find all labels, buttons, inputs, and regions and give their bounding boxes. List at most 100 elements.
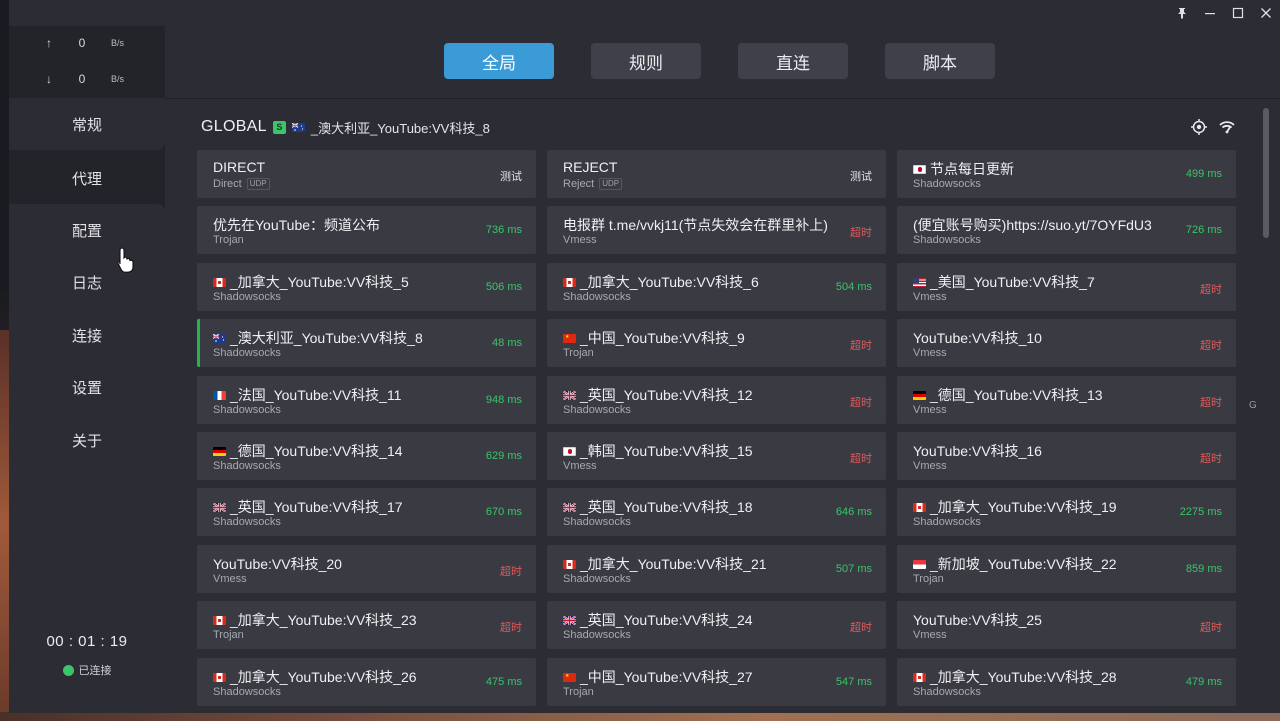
sidebar-item-proxies[interactable]: 代理	[9, 152, 165, 204]
proxy-name: _澳大利亚_YouTube:VV科技_8	[230, 330, 423, 346]
proxy-card[interactable]: _加拿大_YouTube:VV科技_23 Trojan 超时	[197, 601, 536, 649]
proxy-type: Trojan	[213, 234, 244, 246]
proxy-card[interactable]: _新加坡_YouTube:VV科技_22 Trojan 859 ms	[897, 545, 1236, 593]
proxy-name: _德国_YouTube:VV科技_14	[230, 443, 403, 459]
proxy-card[interactable]: _德国_YouTube:VV科技_13 Vmess 超时	[897, 376, 1236, 424]
sidebar-item-profiles[interactable]: 配置	[9, 204, 165, 256]
proxy-type: Vmess	[563, 460, 597, 472]
proxy-card[interactable]: YouTube:VV科技_20 Vmess 超时	[197, 545, 536, 593]
uptime-timer: 00 : 01 : 19	[46, 633, 128, 650]
proxy-name-row: _加拿大_YouTube:VV科技_28	[913, 667, 1117, 687]
proxy-card[interactable]: _加拿大_YouTube:VV科技_19 Shadowsocks 2275 ms	[897, 488, 1236, 536]
scrollbar-thumb[interactable]	[1263, 108, 1269, 238]
proxy-card[interactable]: DIRECT Direct UDP 测试	[197, 150, 536, 198]
kr-flag-icon	[563, 446, 576, 456]
proxy-name: _英国_YouTube:VV科技_18	[580, 499, 753, 515]
jp-flag-icon	[913, 164, 926, 174]
proxy-card[interactable]: _加拿大_YouTube:VV科技_26 Shadowsocks 475 ms	[197, 658, 536, 706]
au-flag-icon	[291, 122, 305, 132]
proxy-delay: 超时	[850, 227, 872, 239]
proxy-card[interactable]: 节点每日更新 Shadowsocks 499 ms	[897, 150, 1236, 198]
cn-flag-icon: ★	[563, 333, 576, 343]
ca-flag-icon	[213, 672, 226, 682]
proxy-card[interactable]: _韩国_YouTube:VV科技_15 Vmess 超时	[547, 432, 886, 480]
sidebar-item-connections[interactable]: 连接	[9, 309, 165, 361]
proxy-card[interactable]: ★ _中国_YouTube:VV科技_27 Trojan 547 ms	[547, 658, 886, 706]
proxy-delay: 超时	[850, 622, 872, 634]
mouse-cursor-icon	[116, 246, 136, 274]
proxy-name: 电报群 t.me/vvkj11(节点失效会在群里补上)	[563, 217, 828, 233]
mode-bar: 全局 规则 直连 脚本	[165, 26, 1280, 98]
proxy-type: Shadowsocks	[913, 178, 981, 190]
proxy-card[interactable]: 优先在YouTube：频道公布 Trojan 736 ms	[197, 206, 536, 254]
proxy-card[interactable]: _英国_YouTube:VV科技_18 Shadowsocks 646 ms	[547, 488, 886, 536]
proxy-type-row: Vmess	[913, 460, 947, 472]
proxy-type-row: Trojan	[213, 629, 244, 641]
sidebar-item-general[interactable]: 常规	[9, 98, 165, 150]
proxy-card[interactable]: ★ _中国_YouTube:VV科技_9 Trojan 超时	[547, 319, 886, 367]
proxy-type-row: Shadowsocks	[913, 686, 981, 698]
ca-flag-icon	[563, 559, 576, 569]
group-type-badge: S	[272, 120, 286, 134]
sidebar-item-logs[interactable]: 日志	[9, 256, 165, 308]
proxy-card[interactable]: _加拿大_YouTube:VV科技_28 Shadowsocks 479 ms	[897, 658, 1236, 706]
download-value: 0	[78, 72, 86, 86]
proxy-delay: 超时	[850, 397, 872, 409]
proxy-delay: 超时	[1200, 284, 1222, 296]
sidebar-item-about[interactable]: 关于	[9, 414, 165, 466]
proxy-card[interactable]: _加拿大_YouTube:VV科技_5 Shadowsocks 506 ms	[197, 263, 536, 311]
proxy-card[interactable]: 电报群 t.me/vvkj11(节点失效会在群里补上) Vmess 超时	[547, 206, 886, 254]
maximize-icon[interactable]	[1224, 0, 1252, 26]
proxy-type-row: Shadowsocks	[563, 629, 631, 641]
proxy-card[interactable]: _加拿大_YouTube:VV科技_6 Shadowsocks 504 ms	[547, 263, 886, 311]
proxy-delay: 948 ms	[485, 394, 522, 406]
proxy-type-row: Shadowsocks	[213, 291, 281, 303]
udp-badge: UDP	[599, 178, 623, 190]
sidebar: ↑ 0 B/s ↓ 0 B/s 常规 代理 配置 日志 连接 设置 关于 00 …	[9, 26, 165, 713]
proxy-card[interactable]: _加拿大_YouTube:VV科技_21 Shadowsocks 507 ms	[547, 545, 886, 593]
proxy-name-row: (便宜账号购买)https://suo.yt/7OYFdU3	[913, 215, 1152, 235]
speed-test-icon[interactable]	[1218, 118, 1236, 136]
pin-icon[interactable]	[1168, 0, 1196, 26]
locate-icon[interactable]	[1190, 118, 1208, 136]
minimize-icon[interactable]	[1196, 0, 1224, 26]
proxy-type-row: Shadowsocks	[563, 516, 631, 528]
proxy-name-row: YouTube:VV科技_16	[913, 441, 1042, 461]
sidebar-item-settings[interactable]: 设置	[9, 361, 165, 413]
proxy-card[interactable]: YouTube:VV科技_16 Vmess 超时	[897, 432, 1236, 480]
proxy-card[interactable]: _英国_YouTube:VV科技_17 Shadowsocks 670 ms	[197, 488, 536, 536]
mode-button-script[interactable]: 脚本	[885, 43, 995, 79]
group-index-letter[interactable]: G	[1249, 400, 1257, 411]
proxy-name: (便宜账号购买)https://suo.yt/7OYFdU3	[913, 217, 1152, 233]
cn-flag-icon: ★	[563, 672, 576, 682]
proxy-delay: 超时	[850, 340, 872, 352]
proxy-card[interactable]: (便宜账号购买)https://suo.yt/7OYFdU3 Shadowsock…	[897, 206, 1236, 254]
close-icon[interactable]	[1252, 0, 1280, 26]
proxy-card[interactable]: _德国_YouTube:VV科技_14 Shadowsocks 629 ms	[197, 432, 536, 480]
proxy-name-row: 节点每日更新	[913, 159, 1014, 179]
proxy-delay: 726 ms	[1185, 224, 1222, 236]
proxy-card[interactable]: YouTube:VV科技_25 Vmess 超时	[897, 601, 1236, 649]
proxy-card[interactable]: YouTube:VV科技_10 Vmess 超时	[897, 319, 1236, 367]
proxy-card[interactable]: _英国_YouTube:VV科技_12 Shadowsocks 超时	[547, 376, 886, 424]
proxy-type-row: Vmess	[913, 291, 947, 303]
mode-button-rule[interactable]: 规则	[591, 43, 701, 79]
proxy-name-row: _加拿大_YouTube:VV科技_26	[213, 667, 417, 687]
proxy-card[interactable]: _英国_YouTube:VV科技_24 Shadowsocks 超时	[547, 601, 886, 649]
mode-button-direct[interactable]: 直连	[738, 43, 848, 79]
test-delay-button[interactable]: 测试	[500, 168, 522, 184]
app-window: ↑ 0 B/s ↓ 0 B/s 常规 代理 配置 日志 连接 设置 关于 00 …	[9, 0, 1280, 713]
proxy-name: _英国_YouTube:VV科技_12	[580, 387, 753, 403]
us-flag-icon	[913, 277, 926, 287]
mode-button-global[interactable]: 全局	[444, 43, 554, 79]
proxy-card[interactable]: _澳大利亚_YouTube:VV科技_8 Shadowsocks 48 ms	[197, 319, 536, 367]
proxy-card[interactable]: _美国_YouTube:VV科技_7 Vmess 超时	[897, 263, 1236, 311]
test-delay-button[interactable]: 测试	[850, 168, 872, 184]
de-flag-icon	[213, 446, 226, 456]
proxy-card[interactable]: REJECT Reject UDP 测试	[547, 150, 886, 198]
proxy-type: Trojan	[563, 347, 594, 359]
proxy-card[interactable]: _法国_YouTube:VV科技_11 Shadowsocks 948 ms	[197, 376, 536, 424]
proxy-delay: 479 ms	[1185, 676, 1222, 688]
proxy-name: YouTube:VV科技_10	[913, 330, 1042, 346]
proxy-name-row: 优先在YouTube：频道公布	[213, 215, 380, 235]
